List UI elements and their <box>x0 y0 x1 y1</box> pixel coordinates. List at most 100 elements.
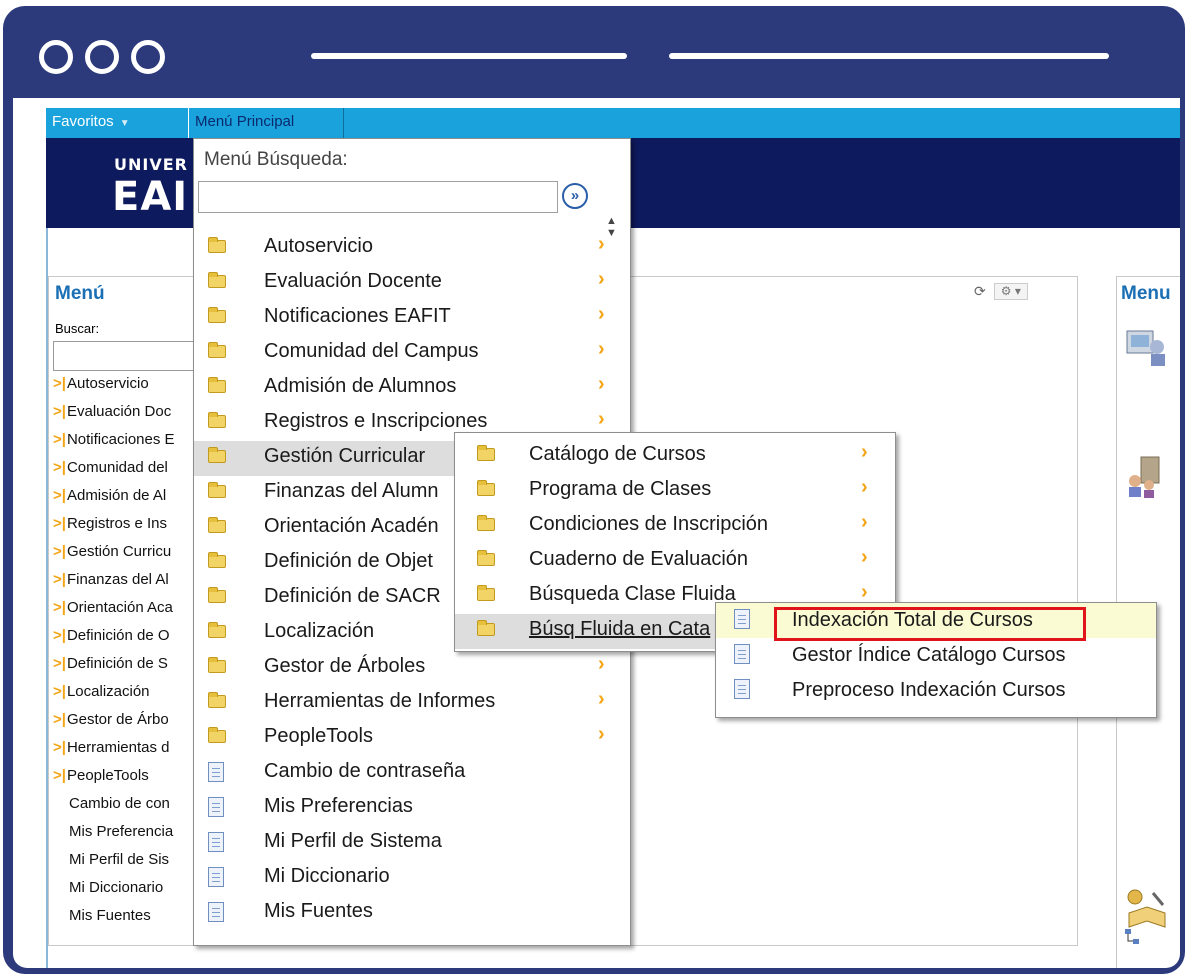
folder-icon <box>208 482 226 500</box>
menu-item-label: Mi Perfil de Sistema <box>264 830 442 852</box>
expand-arrow-icon: >| <box>53 739 66 756</box>
page-viewport: Favoritos ▼ Menú Principal UNIVER EAI Men… <box>13 98 1180 968</box>
menu-tree-item-herramientas-d[interactable]: >|Herramientas d <box>53 739 175 767</box>
menu-item-herramientas-de-informes[interactable]: Herramientas de Informes › <box>194 686 630 721</box>
menu-tree-item-mi-diccionario[interactable]: Mi Diccionario <box>53 879 175 907</box>
menu-item-cuaderno-de-evaluacion[interactable]: Cuaderno de Evaluación › <box>455 544 895 579</box>
menu-tree-item-gestor-de-arbo[interactable]: >|Gestor de Árbo <box>53 711 175 739</box>
computer-user-icon[interactable] <box>1123 323 1169 369</box>
refresh-icon[interactable]: ⟳ <box>974 283 986 300</box>
browser-frame: Favoritos ▼ Menú Principal UNIVER EAI Men… <box>3 6 1185 974</box>
menu-item-gestor-indice-catalogo-cursos[interactable]: Gestor Índice Catálogo Cursos <box>716 638 1156 673</box>
menu-tree-item-definicion-de-o[interactable]: >|Definición de O <box>53 627 175 655</box>
document-icon <box>734 679 752 699</box>
folder-icon <box>208 447 226 465</box>
menu-item-label: Gestor de Árboles <box>264 655 426 677</box>
fluid-search-submenu: Indexación Total de Cursos Gestor Índice … <box>715 602 1157 718</box>
menu-tree-item-finanzas-del-al[interactable]: >|Finanzas del Al <box>53 571 175 599</box>
highlight-annotation-box <box>774 607 1086 641</box>
menu-tree-label: Finanzas del Al <box>66 571 169 588</box>
menu-item-label: Registros e Inscripciones <box>264 410 488 432</box>
menu-tree-label: Mis Preferencia <box>69 823 174 840</box>
menu-item-evaluacion-docente[interactable]: Evaluación Docente › <box>194 266 630 301</box>
menu-tree-item-cambio-de-con[interactable]: Cambio de con <box>53 795 175 823</box>
menu-item-label: Programa de Clases <box>529 478 712 500</box>
search-label: Buscar: <box>55 321 100 336</box>
menu-tree-label: Notificaciones E <box>66 431 175 448</box>
menu-item-mis-fuentes[interactable]: Mis Fuentes <box>194 896 630 931</box>
menu-tree-label: Orientación Aca <box>66 599 173 616</box>
chevron-right-icon: › <box>598 408 605 430</box>
menu-item-mis-preferencias[interactable]: Mis Preferencias <box>194 791 630 826</box>
menu-tree-item-localizacion[interactable]: >|Localización <box>53 683 175 711</box>
menu-item-mi-diccionario[interactable]: Mi Diccionario <box>194 861 630 896</box>
expand-arrow-icon: >| <box>53 487 66 504</box>
menu-item-comunidad-del-campus[interactable]: Comunidad del Campus › <box>194 336 630 371</box>
window-dot-icon[interactable] <box>39 40 73 74</box>
menu-search-label: Menú Búsqueda: <box>204 149 348 170</box>
folder-icon <box>208 727 226 745</box>
menu-tree-item-comunidad-del[interactable]: >|Comunidad del <box>53 459 175 487</box>
menu-item-autoservicio[interactable]: Autoservicio › <box>194 231 630 266</box>
folder-icon <box>477 585 495 603</box>
menu-item-notificaciones-eafit[interactable]: Notificaciones EAFIT › <box>194 301 630 336</box>
menu-search-field[interactable] <box>198 181 558 213</box>
menu-tree-label: Comunidad del <box>66 459 168 476</box>
menu-item-catalogo-de-cursos[interactable]: Catálogo de Cursos › <box>455 439 895 474</box>
menu-item-gestor-de-arboles[interactable]: Gestor de Árboles › <box>194 651 630 686</box>
chevron-right-icon: › <box>598 373 605 395</box>
folder-icon <box>208 587 226 605</box>
menu-item-label: Comunidad del Campus <box>264 340 479 362</box>
menu-tree-item-notificaciones-e[interactable]: >|Notificaciones E <box>53 431 175 459</box>
menu-item-label: Definición de SACR <box>264 585 441 607</box>
expand-arrow-icon: >| <box>53 375 66 392</box>
main-menu[interactable]: Menú Principal <box>189 108 344 138</box>
chevron-right-icon: › <box>598 233 605 255</box>
menu-item-admision-de-alumnos[interactable]: Admisión de Alumnos › <box>194 371 630 406</box>
menu-item-label: Condiciones de Inscripción <box>529 513 769 535</box>
menu-tree-item-mi-perfil-de-sis[interactable]: Mi Perfil de Sis <box>53 851 175 879</box>
menu-tree-item-mis-fuentes[interactable]: Mis Fuentes <box>53 907 175 935</box>
menu-search-input[interactable] <box>53 341 203 371</box>
search-go-icon[interactable]: » <box>562 183 588 209</box>
menu-tree-item-gestion-curricu[interactable]: >|Gestión Curricu <box>53 543 175 571</box>
settings-gear-icon[interactable]: ⚙ ▾ <box>993 283 1028 300</box>
window-dot-icon[interactable] <box>131 40 165 74</box>
hierarchy-icon[interactable] <box>1123 927 1143 947</box>
window-dot-icon[interactable] <box>85 40 119 74</box>
folder-icon <box>208 692 226 710</box>
people-building-icon[interactable] <box>1123 453 1169 499</box>
menu-tree-item-definicion-de-s[interactable]: >|Definición de S <box>53 655 175 683</box>
chevron-right-icon: › <box>861 581 868 603</box>
menu-tree: >|Autoservicio >|Evaluación Doc >|Notifica… <box>53 375 175 935</box>
folder-icon <box>208 517 226 535</box>
menu-tree-item-admision-de-al[interactable]: >|Admisión de Al <box>53 487 175 515</box>
menu-item-label: Herramientas de Informes <box>264 690 496 712</box>
menu-tree-item-registros-e-ins[interactable]: >|Registros e Ins <box>53 515 175 543</box>
menu-tree-item-orientacion-aca[interactable]: >|Orientación Aca <box>53 599 175 627</box>
menu-item-mi-perfil-de-sistema[interactable]: Mi Perfil de Sistema <box>194 826 630 861</box>
menu-item-label: Definición de Objet <box>264 550 433 572</box>
menu-tree-item-mis-preferencia[interactable]: Mis Preferencia <box>53 823 175 851</box>
title-bar-line <box>669 53 1109 59</box>
menu-item-cambio-de-contrasena[interactable]: Cambio de contraseña <box>194 756 630 791</box>
menu-tree-item-peopletools[interactable]: >|PeopleTools <box>53 767 175 795</box>
document-icon <box>208 797 226 817</box>
folder-icon <box>477 515 495 533</box>
menu-item-condiciones-de-inscripcion[interactable]: Condiciones de Inscripción › <box>455 509 895 544</box>
menu-tree-item-evaluacion-doc[interactable]: >|Evaluación Doc <box>53 403 175 431</box>
menu-item-peopletools[interactable]: PeopleTools › <box>194 721 630 756</box>
document-icon <box>208 867 226 887</box>
favorites-menu[interactable]: Favoritos ▼ <box>46 108 189 138</box>
menu-tree-label: Definición de O <box>66 627 170 644</box>
expand-arrow-icon: >| <box>53 767 66 784</box>
menu-item-programa-de-clases[interactable]: Programa de Clases › <box>455 474 895 509</box>
menu-tree-item-autoservicio[interactable]: >|Autoservicio <box>53 375 175 403</box>
folder-icon <box>208 412 226 430</box>
top-navigation: Favoritos ▼ Menú Principal <box>46 108 1180 138</box>
menu-item-preproceso-indexacion-cursos[interactable]: Preproceso Indexación Cursos <box>716 673 1156 708</box>
chevron-right-icon: › <box>861 476 868 498</box>
logo-text-large: EAI <box>112 174 189 220</box>
menu-item-label: Cuaderno de Evaluación <box>529 548 749 570</box>
folder-icon <box>208 342 226 360</box>
